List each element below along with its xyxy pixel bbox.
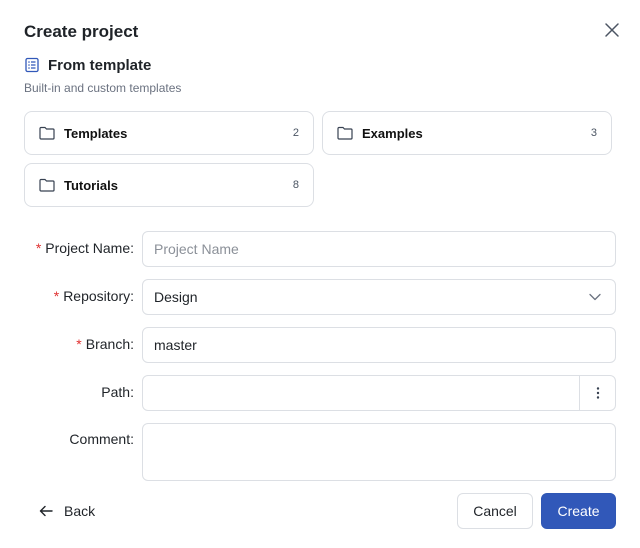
folder-card-tutorials[interactable]: Tutorials 8 xyxy=(24,163,314,207)
folder-label: Examples xyxy=(362,125,423,141)
branch-label-text: Branch: xyxy=(85,336,134,352)
repository-select[interactable]: Design xyxy=(142,279,616,315)
project-name-input[interactable] xyxy=(142,231,616,267)
folder-icon xyxy=(39,178,55,192)
required-mark: * xyxy=(76,336,82,352)
template-section-header: From template xyxy=(24,55,151,75)
comment-label: Comment: xyxy=(69,431,134,447)
repository-label-text: Repository: xyxy=(63,288,134,304)
path-field xyxy=(142,375,616,411)
create-button[interactable]: Create xyxy=(541,493,616,529)
repository-value: Design xyxy=(154,289,198,305)
list-icon xyxy=(24,57,40,73)
path-input[interactable] xyxy=(143,376,579,410)
path-label: Path: xyxy=(101,384,134,400)
required-mark: * xyxy=(35,240,42,256)
branch-label: * Branch: xyxy=(76,336,134,352)
back-label: Back xyxy=(64,503,96,519)
chevron-down-icon xyxy=(589,293,601,301)
path-browse-button[interactable] xyxy=(579,376,615,410)
arrow-left-icon xyxy=(38,503,54,519)
close-icon xyxy=(605,23,619,37)
folder-count: 2 xyxy=(292,127,299,139)
back-button[interactable]: Back xyxy=(38,499,95,523)
folder-icon xyxy=(337,126,353,140)
section-subtitle: Built-in and custom templates xyxy=(24,81,182,95)
folder-card-examples[interactable]: Examples 3 xyxy=(322,111,612,155)
comment-textarea[interactable] xyxy=(142,423,616,481)
folder-card-templates[interactable]: Templates 2 xyxy=(24,111,314,155)
cancel-button[interactable]: Cancel xyxy=(457,493,533,529)
create-project-dialog: Create project From template Built-in an… xyxy=(0,0,640,548)
dialog-title: Create project xyxy=(24,22,139,41)
folder-count: 8 xyxy=(292,179,299,191)
folder-icon xyxy=(39,126,55,140)
project-name-label: * Project Name: xyxy=(36,240,134,256)
section-title: From template xyxy=(48,56,152,74)
folder-label: Templates xyxy=(64,125,128,141)
more-vertical-icon xyxy=(596,387,599,399)
folder-count: 3 xyxy=(590,127,597,139)
project-name-label-text: Project Name: xyxy=(45,240,134,256)
repository-label: * Repository: xyxy=(54,288,134,304)
required-mark: * xyxy=(53,288,60,304)
folder-label: Tutorials xyxy=(64,177,118,193)
branch-input[interactable] xyxy=(142,327,616,363)
close-button[interactable] xyxy=(600,18,624,42)
